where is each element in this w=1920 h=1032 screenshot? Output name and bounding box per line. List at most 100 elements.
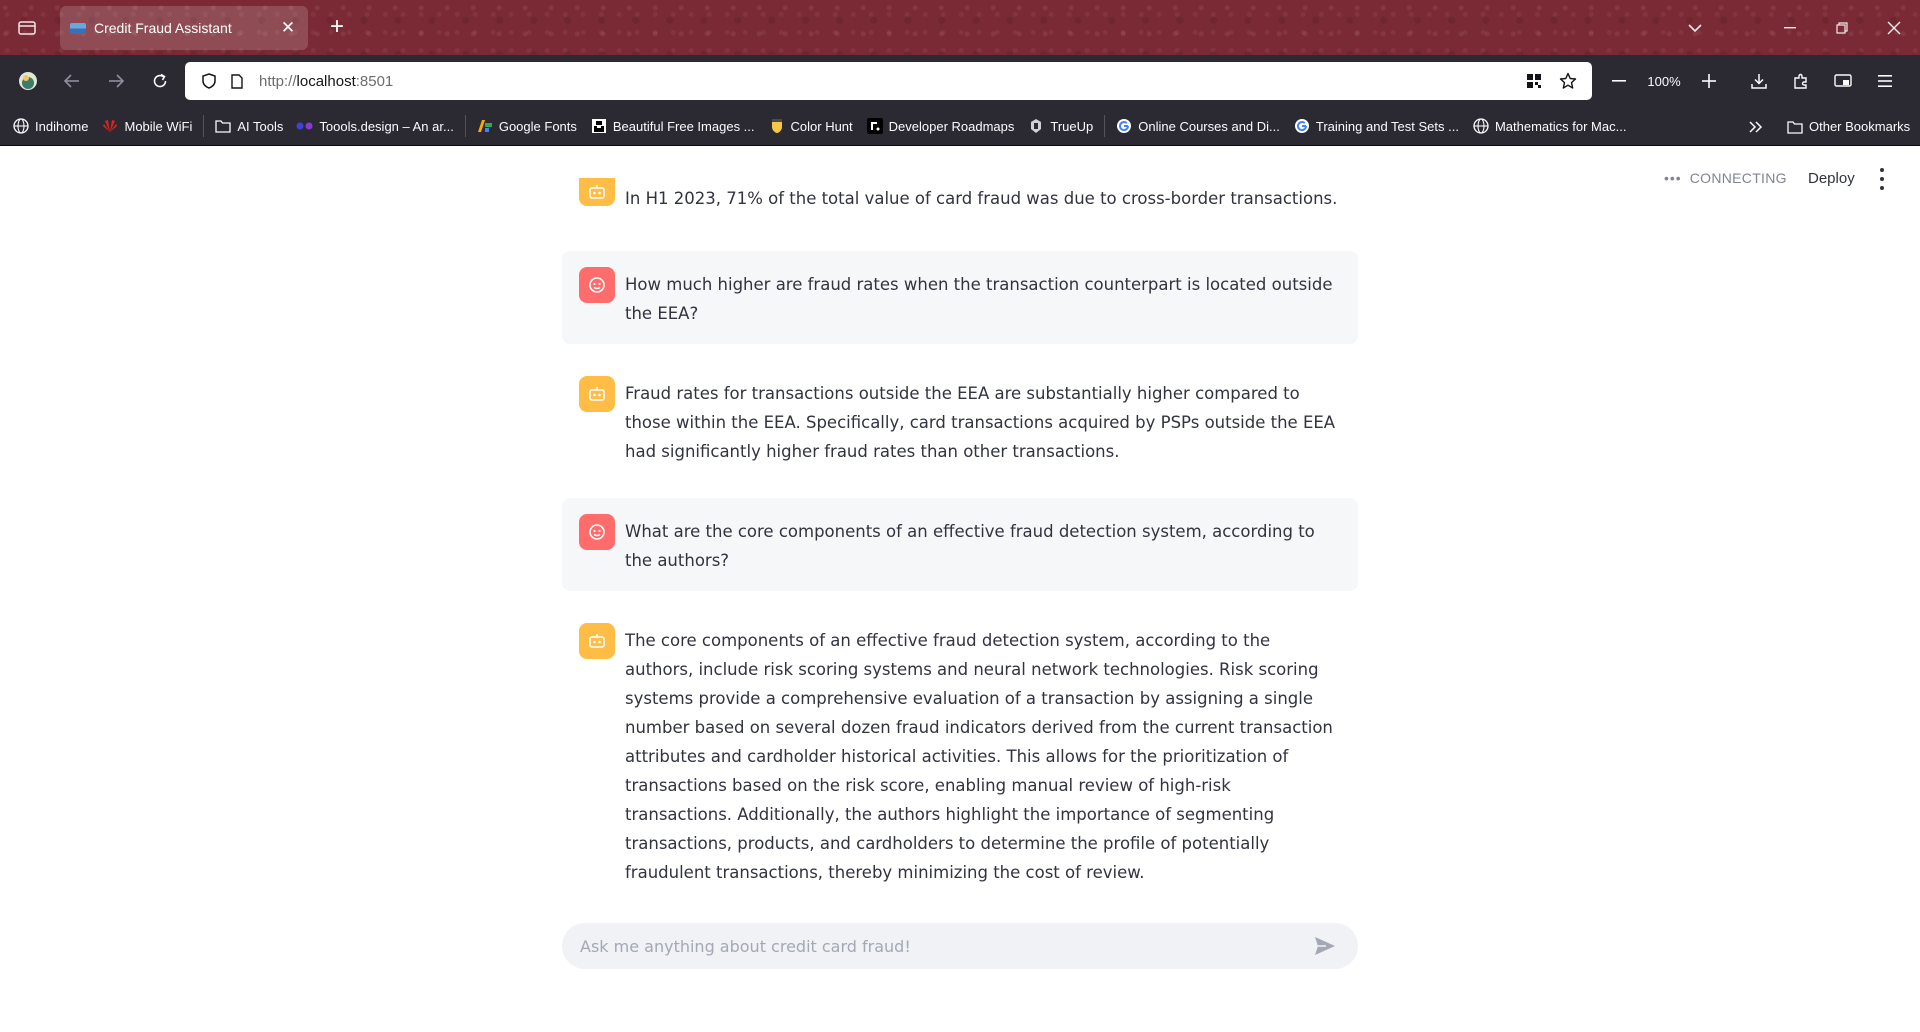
roadmap-icon <box>866 117 884 135</box>
forward-button[interactable] <box>94 61 138 101</box>
extensions-button[interactable] <box>1780 61 1822 101</box>
chat-history: In H1 2023, 71% of the total value of ca… <box>562 178 1358 919</box>
message-text: How much higher are fraud rates when the… <box>625 275 1333 323</box>
user-face-icon <box>589 524 605 540</box>
trueup-icon <box>1027 117 1045 135</box>
chat-input[interactable] <box>580 936 1310 956</box>
assistant-avatar <box>579 178 615 206</box>
robot-icon <box>589 634 605 648</box>
bookmark-folder-ai-tools[interactable]: AI Tools <box>214 117 283 135</box>
bookmark-indihome[interactable]: Indihome <box>12 117 88 135</box>
main-menu-kebab-icon[interactable] <box>1876 166 1888 192</box>
browser-navbar: http://localhost:8501 100% <box>0 55 1920 107</box>
puzzle-icon <box>1794 73 1807 89</box>
sync-tabs-button[interactable] <box>1822 61 1864 101</box>
zoom-in-button[interactable] <box>1688 61 1730 101</box>
qr-code-icon[interactable] <box>1520 67 1548 95</box>
browser-titlebar: Credit Fraud Assistant ✕ + <box>0 0 1920 55</box>
credit-card-icon <box>70 22 86 34</box>
new-tab-button[interactable]: + <box>322 12 352 42</box>
bookmark-mobile-wifi[interactable]: Mobile WiFi <box>101 117 192 135</box>
url-bar[interactable]: http://localhost:8501 <box>185 62 1592 100</box>
globe-icon <box>12 117 30 135</box>
user-avatar <box>579 267 615 303</box>
double-chevron-right-icon <box>1749 120 1763 133</box>
bookmark-color-hunt[interactable]: Color Hunt <box>768 117 853 135</box>
assistant-message: Fraud rates for transactions outside the… <box>562 360 1358 482</box>
app-menu-button[interactable] <box>1864 61 1906 101</box>
assistant-message: In H1 2023, 71% of the total value of ca… <box>562 178 1358 229</box>
zoom-level[interactable]: 100% <box>1640 74 1688 89</box>
assistant-message: The core components of an effective frau… <box>562 607 1358 903</box>
deploy-button[interactable]: Deploy <box>1808 170 1855 187</box>
user-message: What are the core components of an effec… <box>562 498 1358 591</box>
send-button[interactable] <box>1310 931 1340 961</box>
reload-button[interactable] <box>138 61 182 101</box>
colorhunt-icon <box>768 117 786 135</box>
downloads-button[interactable] <box>1738 61 1780 101</box>
active-tab[interactable]: Credit Fraud Assistant ✕ <box>60 6 308 50</box>
other-bookmarks-folder[interactable]: Other Bookmarks <box>1786 107 1910 146</box>
dots-icon <box>296 117 314 135</box>
bookmark-mathematics[interactable]: Mathematics for Mac... <box>1472 117 1626 135</box>
google-fonts-icon <box>476 117 494 135</box>
robot-icon <box>589 387 605 401</box>
firefox-view-icon <box>18 20 36 35</box>
folder-icon <box>1786 118 1804 136</box>
reload-icon <box>153 73 167 88</box>
screenshot-icon <box>1834 74 1852 87</box>
account-button[interactable] <box>6 61 50 101</box>
bookmarks-toolbar: Indihome Mobile WiFi AI Tools Toools.des… <box>0 107 1920 146</box>
bookmark-unsplash[interactable]: Beautiful Free Images ... <box>590 117 755 135</box>
robot-icon <box>589 185 605 199</box>
more-bookmarks-button[interactable] <box>1748 107 1764 146</box>
message-text: What are the core components of an effec… <box>625 522 1315 570</box>
page-icon[interactable] <box>223 67 251 95</box>
status-text: CONNECTING <box>1689 170 1787 186</box>
shield-icon[interactable] <box>195 67 223 95</box>
url-text[interactable]: http://localhost:8501 <box>259 73 393 90</box>
minimize-button[interactable] <box>1764 0 1816 55</box>
bookmark-separator <box>203 115 205 137</box>
folder-icon <box>214 117 232 135</box>
send-icon <box>1315 937 1335 955</box>
hamburger-menu-icon <box>1878 75 1892 87</box>
bookmark-trueup[interactable]: TrueUp <box>1027 117 1093 135</box>
avatar-icon <box>19 72 37 90</box>
message-text: The core components of an effective frau… <box>625 631 1333 882</box>
minus-icon <box>1612 80 1626 82</box>
google-icon <box>1115 117 1133 135</box>
google-icon <box>1293 117 1311 135</box>
tab-close-icon[interactable]: ✕ <box>278 18 298 38</box>
bookmark-separator <box>1104 115 1106 137</box>
bookmark-google-fonts[interactable]: Google Fonts <box>476 117 577 135</box>
restore-icon <box>1836 21 1848 34</box>
list-all-tabs-button[interactable] <box>1672 0 1718 55</box>
close-icon <box>1887 21 1901 34</box>
chat-input-container <box>562 923 1358 969</box>
assistant-avatar <box>579 623 615 659</box>
plus-icon <box>1702 74 1716 88</box>
firefox-view-button[interactable] <box>0 0 54 55</box>
arrow-left-icon <box>64 74 79 88</box>
back-button[interactable] <box>50 61 94 101</box>
bookmark-toools-design[interactable]: Toools.design – An ar... <box>296 117 454 135</box>
bookmark-separator <box>464 115 466 137</box>
bookmark-star-icon[interactable] <box>1554 67 1582 95</box>
minimize-icon <box>1784 26 1796 28</box>
assistant-avatar <box>579 376 615 412</box>
huawei-icon <box>101 117 119 135</box>
globe-icon <box>1472 117 1490 135</box>
restore-button[interactable] <box>1816 0 1868 55</box>
bookmark-online-courses[interactable]: Online Courses and Di... <box>1115 117 1280 135</box>
arrow-right-icon <box>109 74 124 88</box>
message-text: Fraud rates for transactions outside the… <box>625 384 1336 461</box>
ellipsis-icon: ••• <box>1664 170 1682 186</box>
chevron-down-icon <box>1688 23 1702 32</box>
close-window-button[interactable] <box>1868 0 1920 55</box>
user-avatar <box>579 514 615 550</box>
connection-status: ••• CONNECTING <box>1664 170 1787 186</box>
bookmark-developer-roadmaps[interactable]: Developer Roadmaps <box>866 117 1014 135</box>
bookmark-training-test-sets[interactable]: Training and Test Sets ... <box>1293 117 1459 135</box>
zoom-out-button[interactable] <box>1598 61 1640 101</box>
